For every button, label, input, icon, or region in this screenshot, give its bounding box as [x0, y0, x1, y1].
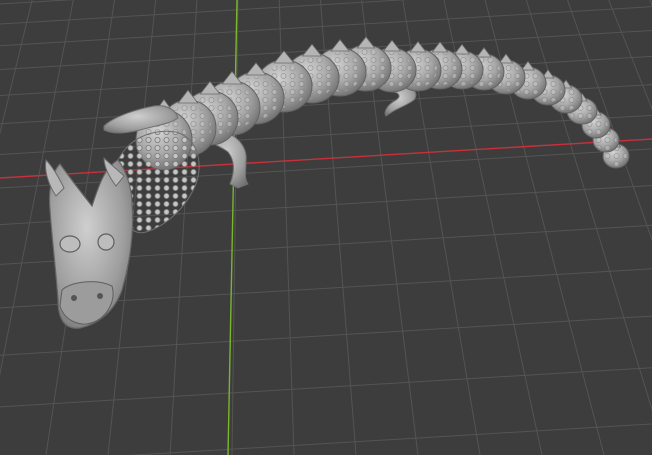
3d-viewport[interactable] [0, 0, 652, 455]
grid-line [0, 0, 409, 25]
grid-line [126, 423, 652, 455]
grid-line [0, 315, 652, 356]
grid-line [0, 114, 652, 155]
grid-line [0, 0, 76, 5]
grid-line [169, 0, 198, 455]
viewport-canvas[interactable] [0, 0, 652, 455]
right-eye [97, 233, 115, 251]
grid-line [0, 148, 652, 189]
snout [59, 281, 114, 325]
grid-line [0, 6, 652, 47]
x-axis-line [0, 138, 652, 179]
dragon-model[interactable] [45, 36, 630, 329]
left-eye [59, 235, 81, 253]
grid-line [525, 0, 652, 412]
grid-line [0, 367, 652, 408]
dragon-head [45, 156, 134, 329]
